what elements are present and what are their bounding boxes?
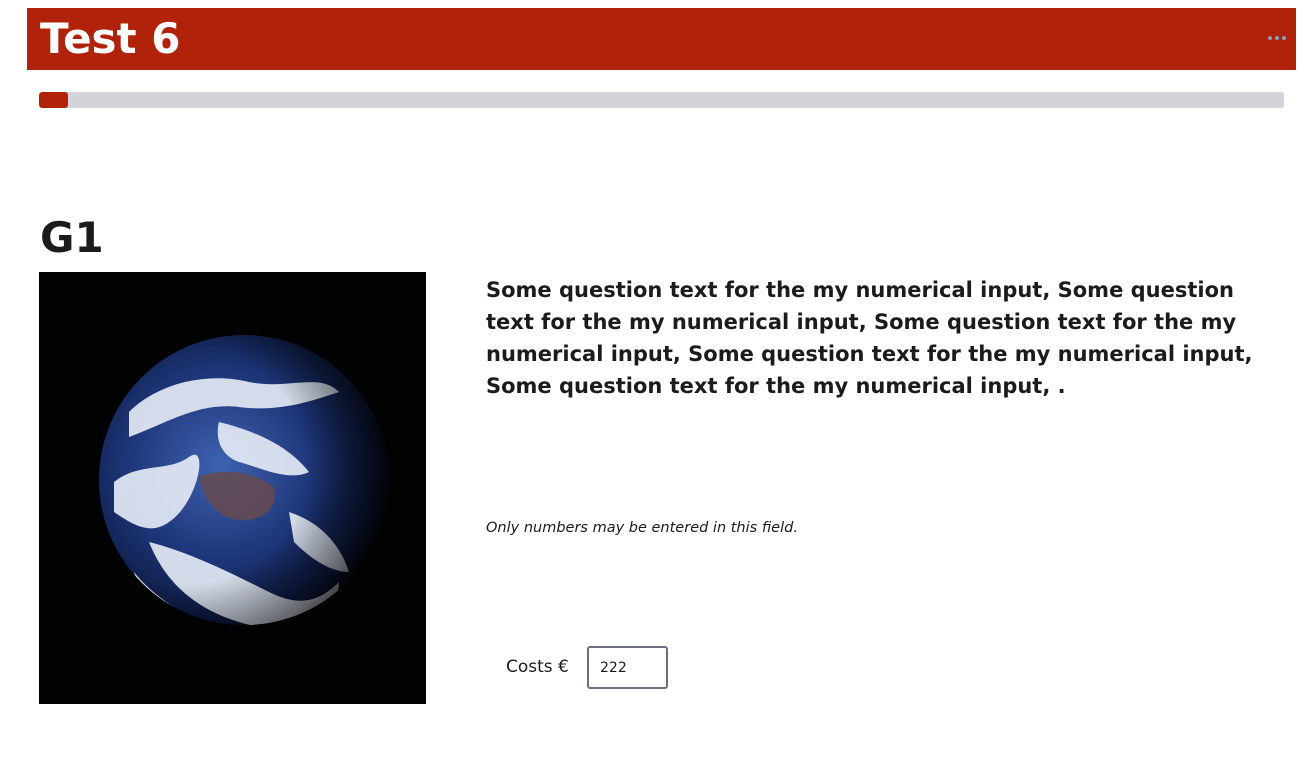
header-bar: Test 6 — [27, 8, 1296, 70]
earth-image-graphic — [39, 272, 426, 704]
costs-label: Costs € — [506, 657, 569, 677]
costs-input[interactable] — [587, 646, 668, 689]
more-horizontal-icon-dot — [1275, 36, 1279, 40]
survey-title: Test 6 — [40, 14, 181, 63]
progress-bar — [39, 92, 1284, 108]
more-menu-button[interactable] — [1262, 28, 1292, 48]
question-text: Some question text for the my numerical … — [486, 278, 1253, 398]
earth-image — [39, 272, 426, 704]
more-horizontal-icon — [1268, 36, 1272, 40]
input-hint: Only numbers may be entered in this fiel… — [486, 520, 798, 536]
group-title: G1 — [40, 213, 104, 262]
progress-bar-fill — [39, 92, 68, 108]
more-horizontal-icon-dot — [1282, 36, 1286, 40]
